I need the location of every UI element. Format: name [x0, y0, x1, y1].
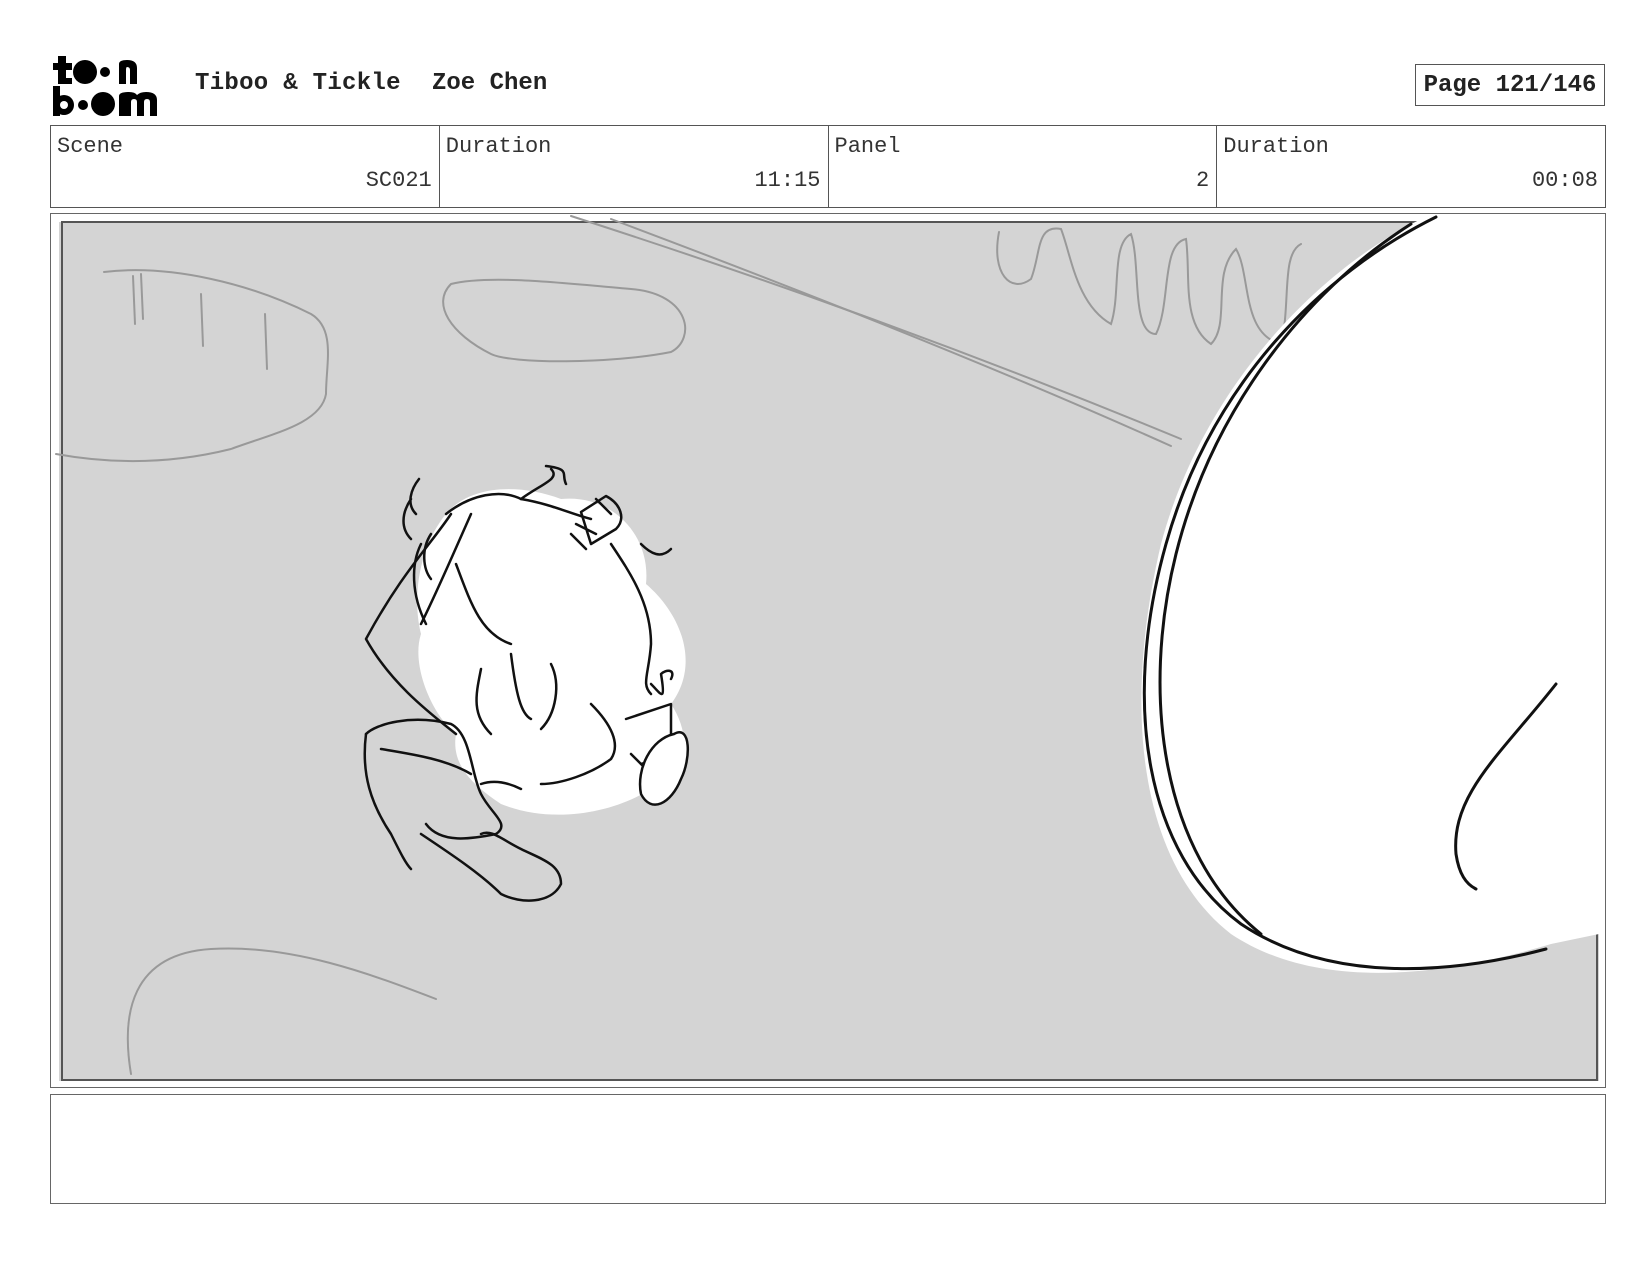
scene-duration-cell: Duration 11:15 [440, 126, 829, 207]
scene-duration-value: 11:15 [754, 168, 821, 193]
panel-duration-cell: Duration 00:08 [1217, 126, 1605, 207]
toonboom-logo [53, 52, 171, 118]
panel-value: 2 [1196, 168, 1210, 193]
notes-box [50, 1094, 1606, 1204]
scene-cell: Scene SC021 [51, 126, 440, 207]
toonboom-logo-icon [53, 56, 157, 116]
scene-label: Scene [57, 134, 124, 159]
scene-duration-label: Duration [445, 134, 552, 159]
panel-sketch [55, 215, 1599, 1081]
panel-duration-label: Duration [1223, 134, 1329, 159]
panel-cell: Panel 2 [829, 126, 1218, 207]
scene-value: SC021 [365, 168, 432, 193]
page-number-badge: Page 121/146 [1415, 64, 1605, 106]
page-number-label: Page 121/146 [1423, 71, 1597, 99]
author-name: Zoe Chen [432, 70, 548, 97]
scene-info-table: Scene SC021 Duration 11:15 Panel 2 Durat… [50, 125, 1606, 208]
panel-duration-value: 00:08 [1531, 168, 1598, 193]
storyboard-panel [50, 213, 1606, 1088]
panel-label: Panel [834, 134, 901, 159]
project-title: Tiboo & Tickle [195, 70, 401, 97]
